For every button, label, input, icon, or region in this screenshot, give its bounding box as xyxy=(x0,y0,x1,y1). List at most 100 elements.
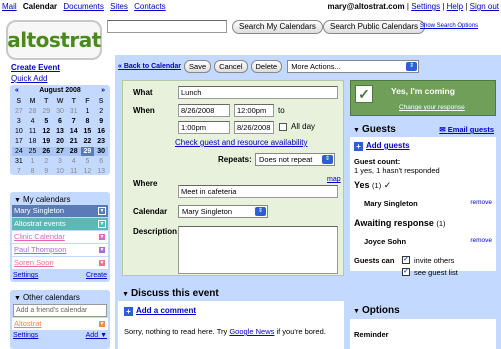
other-calendar-list-item[interactable]: Altostrat ▼ xyxy=(12,318,108,330)
collapse-triangle-icon[interactable]: ▼ xyxy=(122,291,129,298)
add-comment-link[interactable]: + Add a comment xyxy=(124,306,196,316)
mini-calendar-day[interactable]: 12 xyxy=(81,167,95,176)
search-public-calendars-button[interactable]: Search Public Calendars xyxy=(323,20,426,34)
mini-calendar-day[interactable]: 6 xyxy=(94,157,108,166)
collapse-triangle-icon[interactable]: ▼ xyxy=(353,308,360,315)
mini-calendar-day[interactable]: 8 xyxy=(26,167,40,176)
save-button[interactable]: Save xyxy=(184,59,212,73)
mini-calendar-day[interactable]: 13 xyxy=(94,167,108,176)
calendar-color-dropdown-icon[interactable]: ▼ xyxy=(98,259,106,267)
back-to-calendar-link[interactable]: « Back to Calendar xyxy=(118,63,181,70)
nav-mail[interactable]: Mail xyxy=(2,2,17,11)
calendar-color-dropdown-icon[interactable]: ▼ xyxy=(98,246,106,254)
mini-calendar-day[interactable]: 12 xyxy=(39,127,53,136)
mini-calendar-day[interactable]: 4 xyxy=(26,117,40,126)
add-calendar-link[interactable]: Add ▼ xyxy=(86,332,107,339)
mini-calendar-day[interactable]: 23 xyxy=(94,137,108,146)
sign-out-link[interactable]: Sign out xyxy=(470,2,499,11)
nav-sites[interactable]: Sites xyxy=(110,2,128,11)
options-header[interactable]: ▼ Options xyxy=(350,303,496,319)
email-guests-link[interactable]: ✉ Email guests xyxy=(439,125,494,134)
all-day-checkbox[interactable] xyxy=(279,123,287,131)
calendar-color-dropdown-icon[interactable]: ▼ xyxy=(98,220,106,228)
what-input[interactable]: Lunch xyxy=(178,86,338,99)
mini-calendar-day[interactable]: 29 xyxy=(39,107,53,116)
collapse-triangle-icon[interactable]: ▼ xyxy=(14,197,21,204)
collapse-triangle-icon[interactable]: ▼ xyxy=(14,295,21,302)
mini-calendar-day[interactable]: 25 xyxy=(25,147,40,156)
mini-calendar-day[interactable]: 31 xyxy=(12,157,26,166)
mini-calendar-day[interactable]: 28 xyxy=(66,147,81,156)
add-friend-calendar-input[interactable]: Add a friend's calendar xyxy=(13,304,107,317)
mini-calendar-day[interactable]: 22 xyxy=(81,137,95,146)
mini-calendar-day[interactable]: 27 xyxy=(12,107,26,116)
other-calendars-settings-link[interactable]: Settings xyxy=(13,332,38,339)
mini-calendar-day[interactable]: 11 xyxy=(26,127,40,136)
help-link[interactable]: Help xyxy=(447,2,463,11)
mini-calendar-day[interactable]: 1 xyxy=(81,107,95,116)
collapse-triangle-icon[interactable]: ▼ xyxy=(353,127,360,134)
invite-others-checkbox[interactable]: ✓ xyxy=(402,256,410,264)
check-availability-link[interactable]: Check guest and resource availability xyxy=(175,138,308,147)
mini-calendar-day[interactable]: 30 xyxy=(94,147,108,156)
mini-calendar-day[interactable]: 3 xyxy=(53,157,67,166)
mini-calendar-day[interactable]: 1 xyxy=(26,157,40,166)
description-textarea[interactable] xyxy=(178,226,338,274)
discussion-header[interactable]: ▼ Discuss this event xyxy=(118,287,344,301)
mini-calendar-day[interactable]: 2 xyxy=(39,157,53,166)
calendar-list-item[interactable]: Mary Singleton ▼ xyxy=(12,205,108,217)
end-date-input[interactable]: 8/26/2008 xyxy=(234,121,274,134)
other-calendars-header[interactable]: ▼ Other calendars xyxy=(10,290,110,303)
mini-calendar-day[interactable]: 7 xyxy=(67,117,81,126)
next-month-button[interactable]: » xyxy=(101,87,105,96)
calendar-list-item[interactable]: Paul Thompson ▼ xyxy=(12,244,108,256)
mini-calendar-day[interactable]: 28 xyxy=(26,107,40,116)
mini-calendar-day[interactable]: 2 xyxy=(94,107,108,116)
mini-calendar-day[interactable]: 5 xyxy=(81,157,95,166)
mini-calendar-day[interactable]: 31 xyxy=(67,107,81,116)
calendar-select[interactable]: Mary Singleton ⇕ xyxy=(178,205,268,218)
guests-title-wrap[interactable]: ▼ Guests xyxy=(353,124,396,135)
prev-month-button[interactable]: « xyxy=(15,87,19,96)
mini-calendar-day[interactable]: 4 xyxy=(67,157,81,166)
create-event-link[interactable]: Create Event xyxy=(11,63,60,72)
mini-calendar-day[interactable]: 26 xyxy=(39,147,54,156)
mini-calendar-day[interactable]: 11 xyxy=(67,167,81,176)
where-input[interactable]: Meet in cafeteria xyxy=(178,185,338,198)
remove-guest-link[interactable]: remove xyxy=(470,199,492,206)
mini-calendar-day[interactable]: 9 xyxy=(39,167,53,176)
calendar-color-dropdown-icon[interactable]: ▼ xyxy=(98,233,106,241)
search-input[interactable] xyxy=(107,20,227,33)
calendar-settings-link[interactable]: Settings xyxy=(13,272,38,279)
mini-calendar-day[interactable]: 19 xyxy=(39,137,53,146)
change-response-link[interactable]: Change your response xyxy=(399,104,465,111)
mini-calendar-day[interactable]: 6 xyxy=(53,117,67,126)
mini-calendar-day[interactable]: 7 xyxy=(12,167,26,176)
calendar-color-dropdown-icon[interactable]: ▼ xyxy=(98,207,106,215)
mini-calendar-day[interactable]: 21 xyxy=(67,137,81,146)
repeats-select[interactable]: Does not repeat ⇕ xyxy=(255,153,335,166)
map-link[interactable]: map xyxy=(327,176,341,183)
quick-add-link[interactable]: Quick Add xyxy=(11,74,47,83)
mini-calendar-day[interactable]: 16 xyxy=(94,127,108,136)
mini-calendar-day[interactable]: 29 xyxy=(80,147,95,156)
calendar-list-item[interactable]: Soren Soon ▼ xyxy=(12,257,108,269)
mini-calendar-day[interactable]: 13 xyxy=(53,127,67,136)
my-calendars-header[interactable]: ▼ My calendars xyxy=(10,192,110,205)
google-news-link[interactable]: Google News xyxy=(229,327,274,336)
create-calendar-link[interactable]: Create xyxy=(86,272,107,279)
nav-contacts[interactable]: Contacts xyxy=(134,2,166,11)
mini-calendar-day[interactable]: 14 xyxy=(67,127,81,136)
mini-calendar-day[interactable]: 17 xyxy=(12,137,26,146)
settings-link[interactable]: Settings xyxy=(411,2,440,11)
mini-calendar-day[interactable]: 18 xyxy=(26,137,40,146)
mini-calendar-day[interactable]: 5 xyxy=(39,117,53,126)
mini-calendar-day[interactable]: 20 xyxy=(53,137,67,146)
mini-calendar-day[interactable]: 9 xyxy=(94,117,108,126)
mini-calendar-day[interactable]: 15 xyxy=(81,127,95,136)
remove-guest-link[interactable]: remove xyxy=(470,237,492,244)
add-guests-link[interactable]: + Add guests xyxy=(354,141,410,151)
start-date-input[interactable]: 8/26/2008 xyxy=(178,104,230,117)
mini-calendar-day[interactable]: 8 xyxy=(81,117,95,126)
mini-calendar-day[interactable]: 27 xyxy=(53,147,67,156)
